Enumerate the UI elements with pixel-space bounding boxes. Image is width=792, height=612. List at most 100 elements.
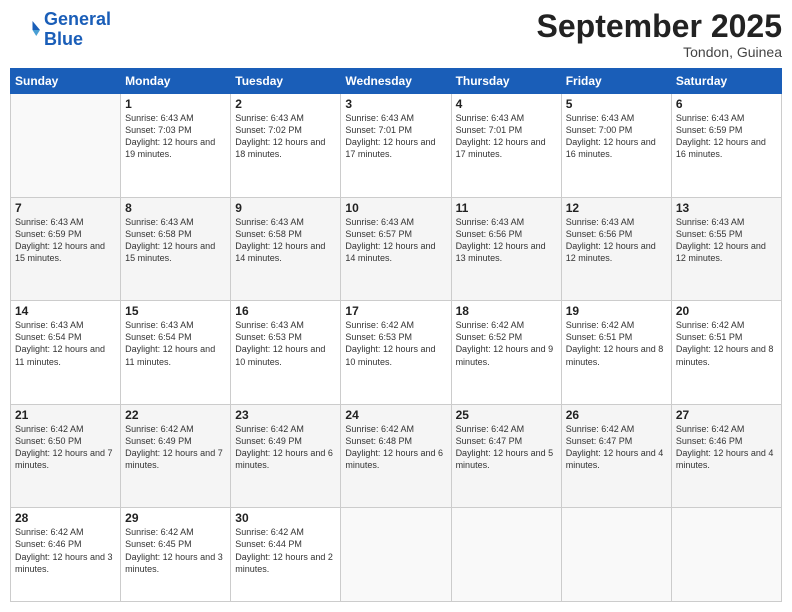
day-info: Sunrise: 6:42 AM Sunset: 6:49 PM Dayligh… — [125, 423, 226, 472]
day-cell: 9Sunrise: 6:43 AM Sunset: 6:58 PM Daylig… — [231, 197, 341, 301]
day-number: 25 — [456, 408, 557, 422]
week-row-2: 14Sunrise: 6:43 AM Sunset: 6:54 PM Dayli… — [11, 301, 782, 405]
day-cell — [561, 508, 671, 602]
day-info: Sunrise: 6:43 AM Sunset: 7:01 PM Dayligh… — [345, 112, 446, 161]
day-info: Sunrise: 6:43 AM Sunset: 6:54 PM Dayligh… — [125, 319, 226, 368]
day-number: 30 — [235, 511, 336, 525]
day-info: Sunrise: 6:42 AM Sunset: 6:51 PM Dayligh… — [566, 319, 667, 368]
day-info: Sunrise: 6:42 AM Sunset: 6:45 PM Dayligh… — [125, 526, 226, 575]
day-number: 6 — [676, 97, 777, 111]
day-info: Sunrise: 6:42 AM Sunset: 6:47 PM Dayligh… — [456, 423, 557, 472]
day-cell: 8Sunrise: 6:43 AM Sunset: 6:58 PM Daylig… — [121, 197, 231, 301]
week-row-0: 1Sunrise: 6:43 AM Sunset: 7:03 PM Daylig… — [11, 94, 782, 198]
title-block: September 2025 Tondon, Guinea — [537, 10, 782, 60]
day-info: Sunrise: 6:43 AM Sunset: 6:53 PM Dayligh… — [235, 319, 336, 368]
header: General Blue September 2025 Tondon, Guin… — [10, 10, 782, 60]
day-info: Sunrise: 6:43 AM Sunset: 6:55 PM Dayligh… — [676, 216, 777, 265]
day-number: 27 — [676, 408, 777, 422]
day-cell: 22Sunrise: 6:42 AM Sunset: 6:49 PM Dayli… — [121, 404, 231, 508]
col-header-wednesday: Wednesday — [341, 69, 451, 94]
day-number: 10 — [345, 201, 446, 215]
day-cell: 15Sunrise: 6:43 AM Sunset: 6:54 PM Dayli… — [121, 301, 231, 405]
day-cell: 3Sunrise: 6:43 AM Sunset: 7:01 PM Daylig… — [341, 94, 451, 198]
day-cell: 24Sunrise: 6:42 AM Sunset: 6:48 PM Dayli… — [341, 404, 451, 508]
day-number: 16 — [235, 304, 336, 318]
day-number: 2 — [235, 97, 336, 111]
col-header-tuesday: Tuesday — [231, 69, 341, 94]
col-header-saturday: Saturday — [671, 69, 781, 94]
day-cell: 30Sunrise: 6:42 AM Sunset: 6:44 PM Dayli… — [231, 508, 341, 602]
day-info: Sunrise: 6:42 AM Sunset: 6:46 PM Dayligh… — [15, 526, 116, 575]
col-header-friday: Friday — [561, 69, 671, 94]
day-number: 13 — [676, 201, 777, 215]
logo-general: General — [44, 9, 111, 29]
day-info: Sunrise: 6:43 AM Sunset: 6:58 PM Dayligh… — [125, 216, 226, 265]
day-number: 11 — [456, 201, 557, 215]
day-info: Sunrise: 6:43 AM Sunset: 6:56 PM Dayligh… — [456, 216, 557, 265]
day-number: 1 — [125, 97, 226, 111]
day-info: Sunrise: 6:43 AM Sunset: 6:57 PM Dayligh… — [345, 216, 446, 265]
logo-blue: Blue — [44, 29, 83, 49]
week-row-3: 21Sunrise: 6:42 AM Sunset: 6:50 PM Dayli… — [11, 404, 782, 508]
logo-icon — [10, 15, 40, 45]
day-cell: 11Sunrise: 6:43 AM Sunset: 6:56 PM Dayli… — [451, 197, 561, 301]
day-info: Sunrise: 6:43 AM Sunset: 6:59 PM Dayligh… — [15, 216, 116, 265]
day-number: 22 — [125, 408, 226, 422]
day-number: 15 — [125, 304, 226, 318]
day-info: Sunrise: 6:42 AM Sunset: 6:48 PM Dayligh… — [345, 423, 446, 472]
day-cell: 6Sunrise: 6:43 AM Sunset: 6:59 PM Daylig… — [671, 94, 781, 198]
day-cell: 5Sunrise: 6:43 AM Sunset: 7:00 PM Daylig… — [561, 94, 671, 198]
day-number: 21 — [15, 408, 116, 422]
day-cell: 25Sunrise: 6:42 AM Sunset: 6:47 PM Dayli… — [451, 404, 561, 508]
day-cell: 27Sunrise: 6:42 AM Sunset: 6:46 PM Dayli… — [671, 404, 781, 508]
day-cell: 23Sunrise: 6:42 AM Sunset: 6:49 PM Dayli… — [231, 404, 341, 508]
day-number: 23 — [235, 408, 336, 422]
calendar-header-row: SundayMondayTuesdayWednesdayThursdayFrid… — [11, 69, 782, 94]
day-cell: 28Sunrise: 6:42 AM Sunset: 6:46 PM Dayli… — [11, 508, 121, 602]
day-cell: 17Sunrise: 6:42 AM Sunset: 6:53 PM Dayli… — [341, 301, 451, 405]
day-cell: 18Sunrise: 6:42 AM Sunset: 6:52 PM Dayli… — [451, 301, 561, 405]
month-title: September 2025 — [537, 10, 782, 42]
week-row-1: 7Sunrise: 6:43 AM Sunset: 6:59 PM Daylig… — [11, 197, 782, 301]
day-cell: 16Sunrise: 6:43 AM Sunset: 6:53 PM Dayli… — [231, 301, 341, 405]
day-info: Sunrise: 6:42 AM Sunset: 6:50 PM Dayligh… — [15, 423, 116, 472]
day-cell: 21Sunrise: 6:42 AM Sunset: 6:50 PM Dayli… — [11, 404, 121, 508]
day-cell: 1Sunrise: 6:43 AM Sunset: 7:03 PM Daylig… — [121, 94, 231, 198]
day-cell: 12Sunrise: 6:43 AM Sunset: 6:56 PM Dayli… — [561, 197, 671, 301]
day-number: 19 — [566, 304, 667, 318]
col-header-monday: Monday — [121, 69, 231, 94]
day-info: Sunrise: 6:43 AM Sunset: 7:03 PM Dayligh… — [125, 112, 226, 161]
day-info: Sunrise: 6:43 AM Sunset: 6:59 PM Dayligh… — [676, 112, 777, 161]
logo: General Blue — [10, 10, 111, 50]
logo-text: General Blue — [44, 10, 111, 50]
day-cell: 29Sunrise: 6:42 AM Sunset: 6:45 PM Dayli… — [121, 508, 231, 602]
day-info: Sunrise: 6:43 AM Sunset: 7:00 PM Dayligh… — [566, 112, 667, 161]
day-info: Sunrise: 6:43 AM Sunset: 7:02 PM Dayligh… — [235, 112, 336, 161]
day-cell — [671, 508, 781, 602]
page: General Blue September 2025 Tondon, Guin… — [0, 0, 792, 612]
day-info: Sunrise: 6:43 AM Sunset: 6:54 PM Dayligh… — [15, 319, 116, 368]
day-cell — [341, 508, 451, 602]
day-number: 24 — [345, 408, 446, 422]
day-cell: 13Sunrise: 6:43 AM Sunset: 6:55 PM Dayli… — [671, 197, 781, 301]
day-info: Sunrise: 6:42 AM Sunset: 6:52 PM Dayligh… — [456, 319, 557, 368]
day-cell — [451, 508, 561, 602]
location: Tondon, Guinea — [537, 44, 782, 60]
day-number: 29 — [125, 511, 226, 525]
day-info: Sunrise: 6:42 AM Sunset: 6:44 PM Dayligh… — [235, 526, 336, 575]
day-number: 8 — [125, 201, 226, 215]
day-info: Sunrise: 6:42 AM Sunset: 6:47 PM Dayligh… — [566, 423, 667, 472]
day-info: Sunrise: 6:43 AM Sunset: 7:01 PM Dayligh… — [456, 112, 557, 161]
day-cell: 19Sunrise: 6:42 AM Sunset: 6:51 PM Dayli… — [561, 301, 671, 405]
day-number: 14 — [15, 304, 116, 318]
day-info: Sunrise: 6:42 AM Sunset: 6:51 PM Dayligh… — [676, 319, 777, 368]
day-number: 18 — [456, 304, 557, 318]
day-number: 12 — [566, 201, 667, 215]
day-cell: 10Sunrise: 6:43 AM Sunset: 6:57 PM Dayli… — [341, 197, 451, 301]
col-header-sunday: Sunday — [11, 69, 121, 94]
day-number: 4 — [456, 97, 557, 111]
day-cell: 4Sunrise: 6:43 AM Sunset: 7:01 PM Daylig… — [451, 94, 561, 198]
week-row-4: 28Sunrise: 6:42 AM Sunset: 6:46 PM Dayli… — [11, 508, 782, 602]
day-number: 26 — [566, 408, 667, 422]
day-cell: 26Sunrise: 6:42 AM Sunset: 6:47 PM Dayli… — [561, 404, 671, 508]
